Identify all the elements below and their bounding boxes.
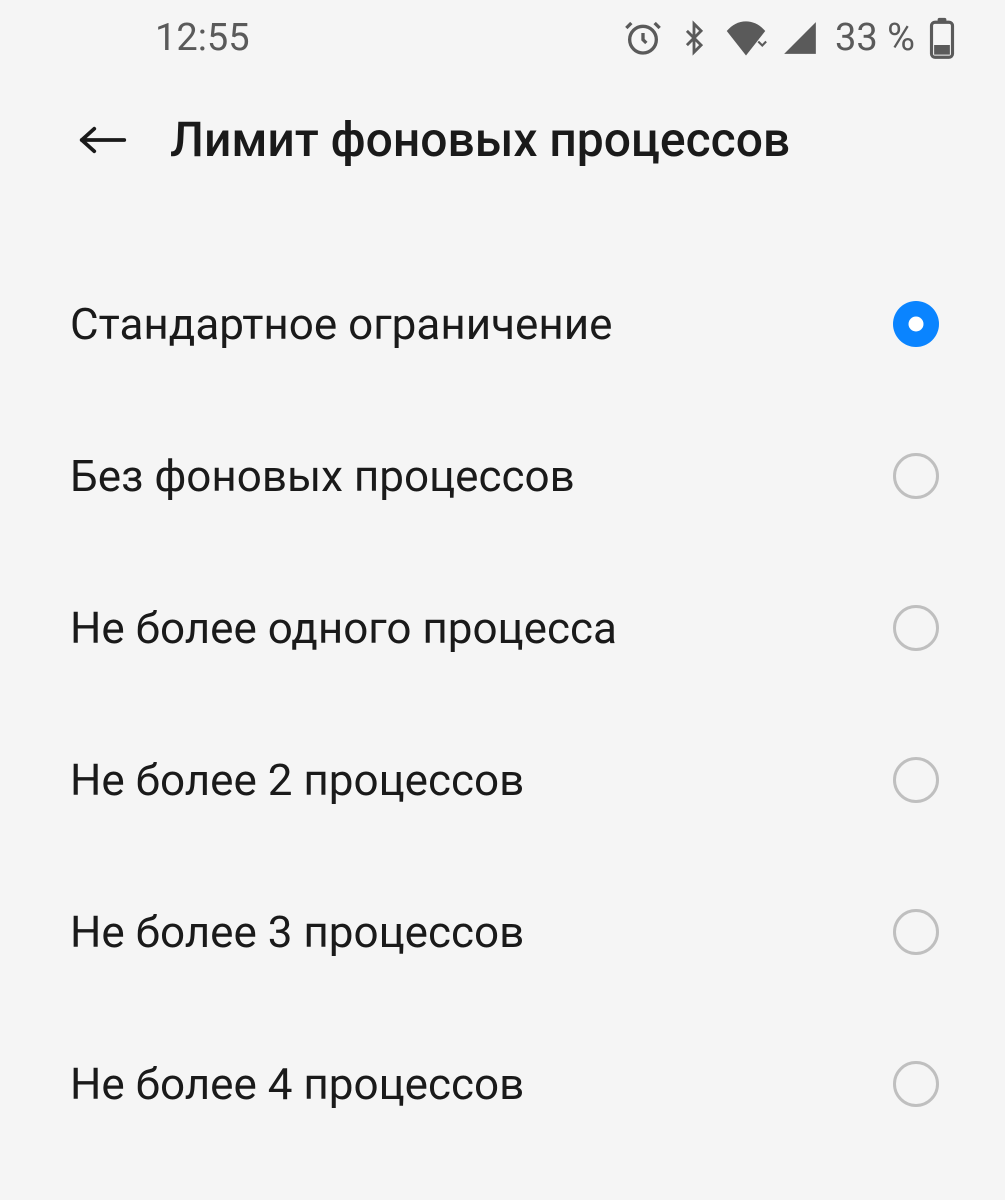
arrow-left-icon: [78, 120, 128, 160]
option-standard-limit[interactable]: Стандартное ограничение: [0, 248, 1005, 400]
options-list: Стандартное ограничение Без фоновых проц…: [0, 208, 1005, 1160]
battery-percent: 33 %: [835, 16, 915, 60]
page-title: Лимит фоновых процессов: [170, 111, 790, 168]
signal-icon: [781, 19, 819, 57]
option-max-two[interactable]: Не более 2 процессов: [0, 704, 1005, 856]
option-label: Стандартное ограничение: [70, 298, 612, 350]
option-label: Не более 4 процессов: [70, 1058, 524, 1110]
status-right: 33 %: [623, 16, 955, 60]
header: Лимит фоновых процессов: [0, 75, 1005, 208]
option-max-one[interactable]: Не более одного процесса: [0, 552, 1005, 704]
option-no-background[interactable]: Без фоновых процессов: [0, 400, 1005, 552]
option-label: Без фоновых процессов: [70, 450, 575, 502]
alarm-icon: [623, 18, 663, 58]
option-max-four[interactable]: Не более 4 процессов: [0, 1008, 1005, 1160]
option-label: Не более 2 процессов: [70, 754, 524, 806]
option-max-three[interactable]: Не более 3 процессов: [0, 856, 1005, 1008]
radio-unselected-icon: [893, 909, 939, 955]
radio-unselected-icon: [893, 1061, 939, 1107]
status-time: 12:55: [155, 16, 250, 60]
radio-unselected-icon: [893, 453, 939, 499]
back-button[interactable]: [70, 112, 136, 168]
option-label: Не более 3 процессов: [70, 906, 524, 958]
radio-selected-icon: [893, 301, 939, 347]
bluetooth-icon: [677, 18, 711, 58]
radio-unselected-icon: [893, 757, 939, 803]
battery-icon: [929, 17, 955, 59]
status-bar: 12:55 33 %: [0, 0, 1005, 75]
radio-unselected-icon: [893, 605, 939, 651]
option-label: Не более одного процесса: [70, 602, 617, 654]
wifi-icon: [725, 19, 767, 57]
